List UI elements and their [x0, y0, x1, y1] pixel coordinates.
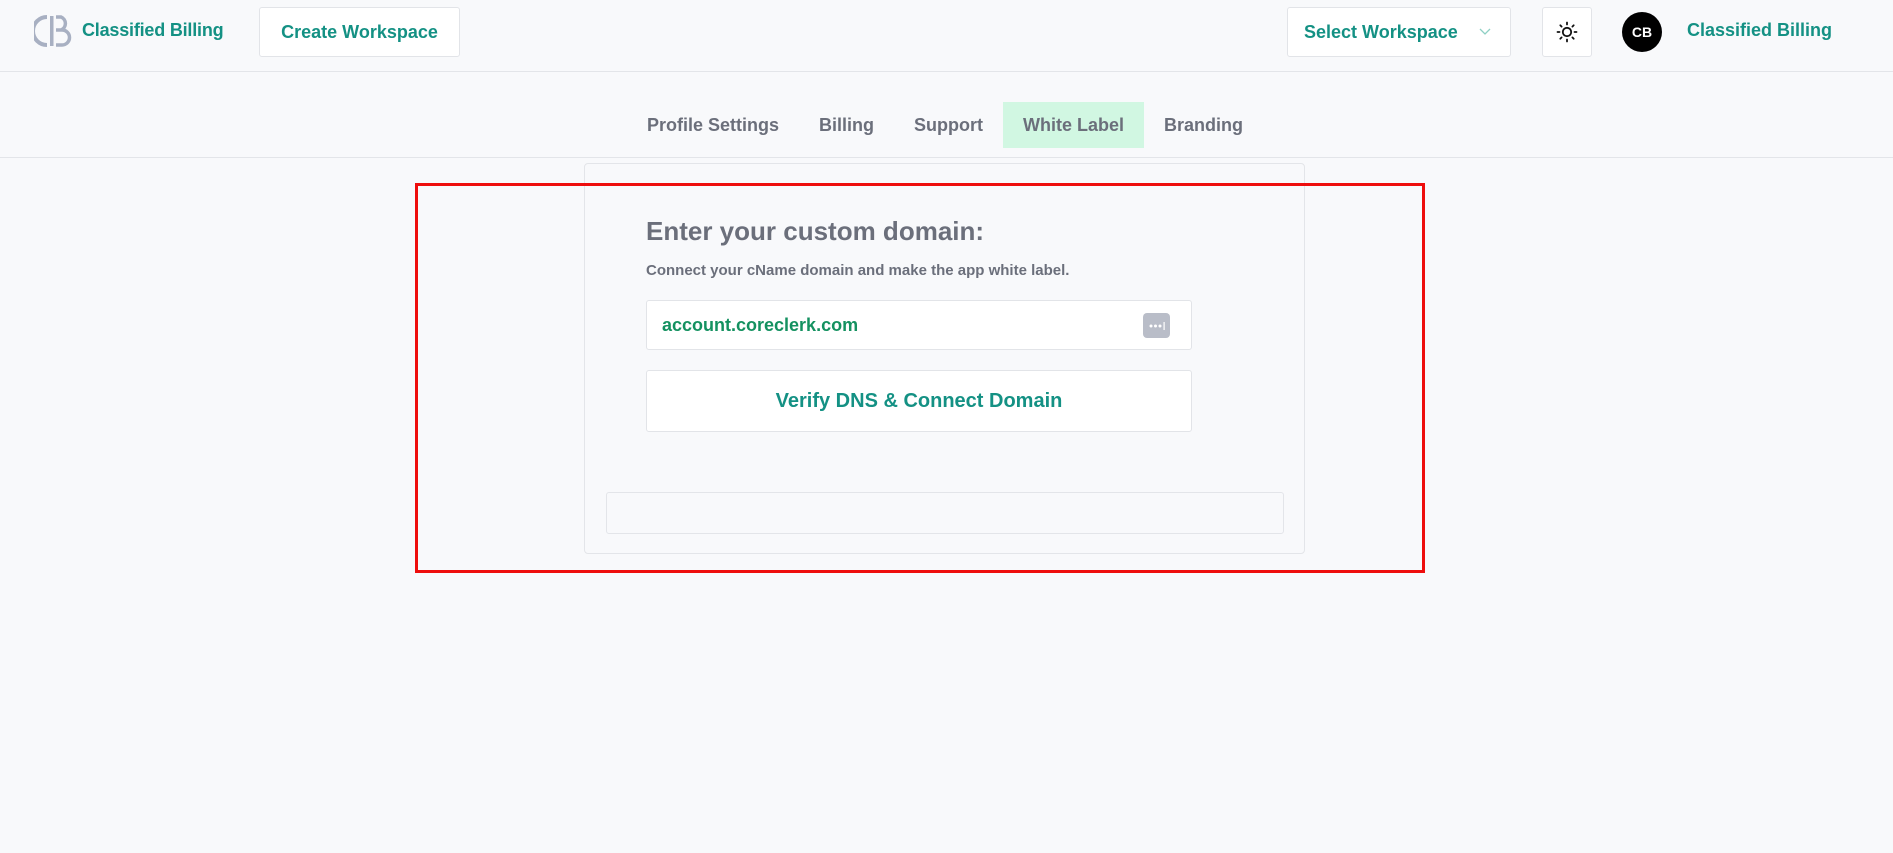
avatar[interactable]: CB [1622, 12, 1662, 52]
cb-logo-icon[interactable] [34, 13, 74, 49]
custom-domain-input[interactable] [662, 301, 1122, 349]
tab-billing[interactable]: Billing [799, 102, 894, 148]
password-manager-icon[interactable] [1143, 313, 1170, 338]
panel-subtitle: Connect your cName domain and make the a… [646, 262, 1070, 279]
white-label-panel: Enter your custom domain: Connect your c… [584, 163, 1305, 554]
custom-domain-field[interactable] [646, 300, 1192, 350]
create-workspace-button[interactable]: Create Workspace [259, 7, 460, 57]
dots-icon [1149, 321, 1165, 330]
settings-tabbar: Profile Settings Billing Support White L… [0, 72, 1893, 158]
tab-support[interactable]: Support [894, 102, 1003, 148]
select-workspace-dropdown[interactable]: Select Workspace [1287, 7, 1511, 57]
tab-profile-settings[interactable]: Profile Settings [627, 102, 799, 148]
dns-result-box [606, 492, 1284, 534]
theme-toggle-button[interactable] [1542, 7, 1592, 57]
user-name[interactable]: Classified Billing [1687, 20, 1832, 41]
verify-dns-connect-button[interactable]: Verify DNS & Connect Domain [646, 370, 1192, 432]
tab-white-label[interactable]: White Label [1003, 102, 1145, 148]
tab-branding[interactable]: Branding [1144, 102, 1263, 148]
brand-name[interactable]: Classified Billing [82, 20, 224, 41]
settings-tabs: Profile Settings Billing Support White L… [627, 102, 1263, 148]
sun-icon [1556, 21, 1578, 43]
panel-title: Enter your custom domain: [646, 216, 985, 246]
top-navbar: Classified Billing Create Workspace Sele… [0, 0, 1893, 72]
chevron-down-icon [1479, 28, 1491, 35]
select-workspace-label: Select Workspace [1304, 21, 1458, 42]
